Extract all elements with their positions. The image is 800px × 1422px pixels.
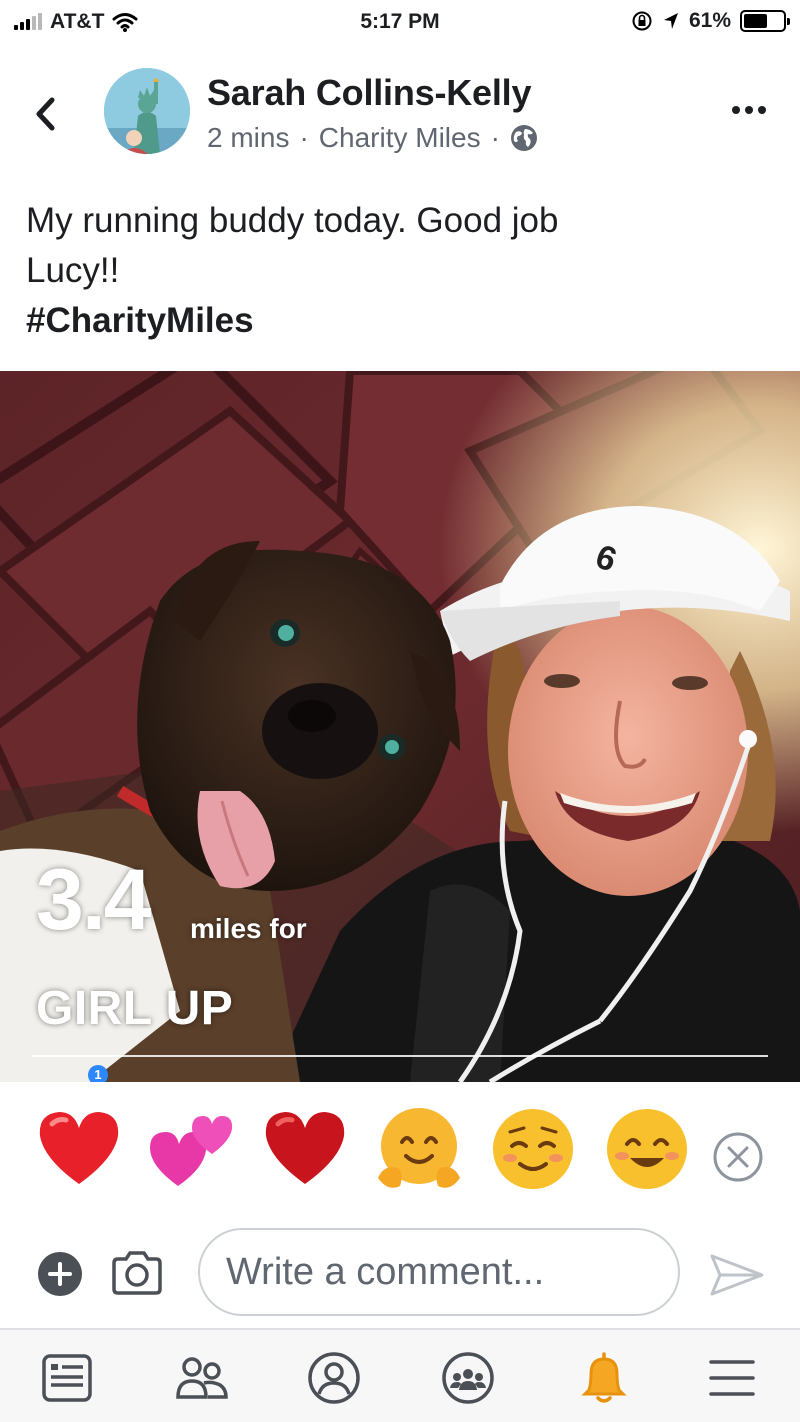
status-right: 61% [631,9,790,33]
notifications-icon [581,1352,627,1403]
hashtag-link[interactable]: #CharityMiles [26,296,766,346]
post-app[interactable]: Charity Miles [319,122,481,154]
author-avatar[interactable] [104,68,190,154]
globe-icon [510,125,537,151]
comment-bar [0,1222,800,1326]
location-arrow-icon [663,13,678,29]
grinning-face-emoji[interactable] [602,1104,692,1194]
post-photo[interactable]: 6 3.4 miles for GIRL UP 1 [0,371,800,1082]
tab-friends[interactable] [172,1348,232,1408]
two-hearts-emoji[interactable] [146,1104,236,1194]
distance-value: 3.4 [36,852,152,948]
tab-profile[interactable] [304,1348,364,1408]
send-icon[interactable] [708,1252,766,1298]
photo-divider [32,1055,768,1057]
smiling-face-emoji[interactable] [488,1104,578,1194]
more-options-icon[interactable] [732,106,766,114]
groups-icon [442,1352,494,1404]
tab-news-feed[interactable] [37,1348,97,1408]
red-heart-emoji[interactable] [34,1104,124,1194]
post-caption: My running buddy today. Good job Lucy!! … [26,196,766,346]
menu-icon [709,1360,755,1396]
post-meta: 2 mins · Charity Miles · [207,122,538,154]
close-reactions-icon[interactable] [711,1130,765,1184]
camera-icon[interactable] [110,1249,164,1297]
battery-percent: 61% [688,9,731,32]
comment-input[interactable] [198,1228,680,1316]
back-chevron-icon[interactable] [30,94,60,134]
distance-unit: miles for [190,913,307,944]
caption-line: Lucy!! [26,251,120,290]
author-name[interactable]: Sarah Collins-Kelly [207,72,531,114]
caption-line: My running buddy today. Good job [26,201,559,240]
post-time[interactable]: 2 mins [207,122,289,154]
tab-menu[interactable] [702,1348,762,1408]
news-feed-icon [42,1354,92,1402]
battery-icon [740,10,790,32]
status-bar: AT&T 5:17 PM 61% [0,0,800,46]
selfie-photo: 6 [0,371,800,1082]
add-attachment-button[interactable] [38,1252,82,1296]
plus-icon [48,1262,72,1286]
meta-separator: · [490,122,500,153]
charity-name: GIRL UP [36,982,234,1035]
photo-count-badge: 1 [88,1065,108,1082]
friends-icon [176,1357,228,1399]
rotation-lock-icon [632,11,652,31]
profile-icon [308,1352,360,1404]
dark-red-heart-emoji[interactable] [260,1104,350,1194]
tab-notifications[interactable] [574,1348,634,1408]
battery-fill [744,14,768,28]
bottom-tab-bar [0,1328,800,1422]
meta-separator: · [299,122,309,153]
quick-reactions [0,1092,800,1202]
post-header: Sarah Collins-Kelly 2 mins · Charity Mil… [0,56,800,166]
hugging-face-emoji[interactable] [374,1104,464,1194]
tab-groups[interactable] [438,1348,498,1408]
